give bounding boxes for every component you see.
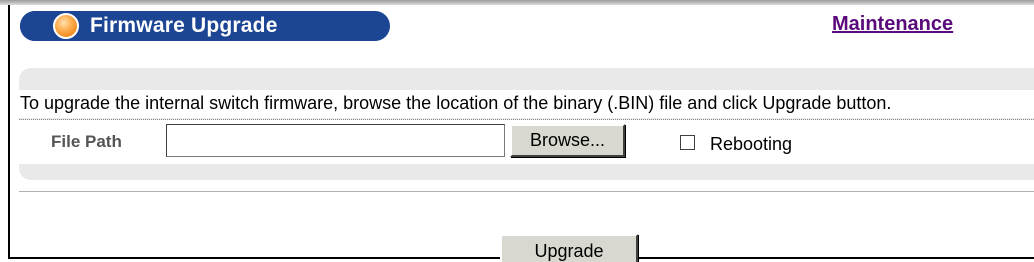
page-title: Firmware Upgrade [90, 14, 278, 37]
separator-line [19, 191, 1034, 192]
rebooting-label: Rebooting [710, 134, 793, 154]
instruction-text: To upgrade the internal switch firmware,… [20, 93, 896, 114]
file-path-input[interactable] [166, 124, 505, 157]
rebooting-checkbox[interactable] [680, 135, 695, 150]
orange-orb-icon [53, 13, 79, 39]
maintenance-link[interactable]: Maintenance [832, 13, 953, 36]
file-path-label: File Path [51, 132, 122, 151]
browse-button[interactable]: Browse... [510, 124, 625, 157]
upgrade-button[interactable]: Upgrade [500, 234, 638, 262]
page-title-banner: Firmware Upgrade [20, 11, 390, 41]
